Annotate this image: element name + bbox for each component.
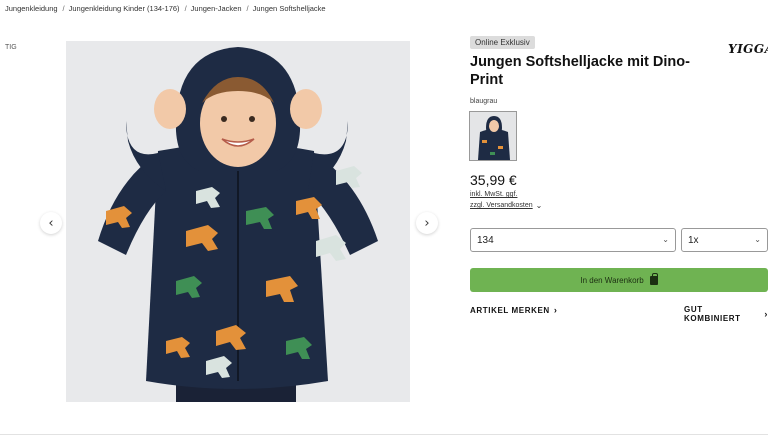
product-price: 35,99 € (470, 172, 517, 188)
quantity-select-value: 1x (688, 234, 699, 246)
quantity-select[interactable]: 1x ⌄ (681, 228, 768, 252)
tax-info-link[interactable]: inkl. MwSt. ggf. (470, 191, 517, 198)
add-to-cart-button[interactable]: In den Warenkorb (470, 268, 768, 292)
breadcrumb-separator: / (246, 4, 249, 13)
image-next-button[interactable]: › (416, 212, 438, 234)
size-select-value: 134 (477, 234, 494, 246)
breadcrumb-item-jungenkleidung[interactable]: Jungenkleidung (5, 4, 58, 13)
breadcrumb-item-jacken[interactable]: Jungen-Jacken (191, 4, 242, 13)
brand-logo[interactable]: YIGGA (728, 42, 768, 56)
shopping-bag-icon (649, 272, 658, 285)
breadcrumb: Jungenkleidung / Jungenkleidung Kinder (… (5, 4, 326, 13)
chevron-right-icon: › (424, 215, 430, 231)
product-page: Jungenkleidung / Jungenkleidung Kinder (… (0, 0, 768, 437)
chevron-right-icon: › (553, 305, 558, 315)
size-select[interactable]: 134 ⌄ (470, 228, 676, 252)
product-title: Jungen Softshelljacke mit Dino-Print (470, 54, 690, 88)
chevron-left-icon: ‹ (48, 215, 54, 231)
swatch-thumbnail (470, 112, 516, 160)
breadcrumb-item-current[interactable]: Jungen Softshelljacke (253, 4, 326, 13)
remember-item-label: ARTIKEL MERKEN (470, 305, 550, 315)
good-combined-label: GUT KOMBINIERT (684, 305, 741, 323)
add-to-cart-label: In den Warenkorb (580, 275, 644, 285)
chevron-down-icon: ⌄ (754, 235, 761, 244)
remember-item-link[interactable]: ARTIKEL MERKEN › (470, 305, 557, 315)
side-label: TIG (5, 44, 17, 51)
shipping-link[interactable]: zzgl. Versandkosten (470, 202, 533, 209)
breadcrumb-separator: / (62, 4, 65, 13)
color-swatch[interactable] (469, 111, 517, 161)
breadcrumb-separator: / (184, 4, 187, 13)
image-prev-button[interactable]: ‹ (40, 212, 62, 234)
breadcrumb-item-kinder[interactable]: Jungenkleidung Kinder (134-176) (69, 4, 180, 13)
product-image[interactable] (66, 41, 410, 402)
online-exclusive-badge: Online Exklusiv (470, 36, 535, 49)
good-combined-link[interactable]: GUT KOMBINIERT › (684, 305, 768, 323)
divider (0, 434, 768, 435)
chevron-down-icon: ⌄ (662, 235, 669, 244)
chevron-right-icon: › (764, 309, 768, 319)
shipping-info[interactable]: zzgl. Versandkosten ⌄ (470, 201, 542, 210)
color-label: blaugrau (470, 98, 498, 105)
chevron-down-icon: ⌄ (535, 201, 543, 210)
product-photo (66, 41, 410, 402)
